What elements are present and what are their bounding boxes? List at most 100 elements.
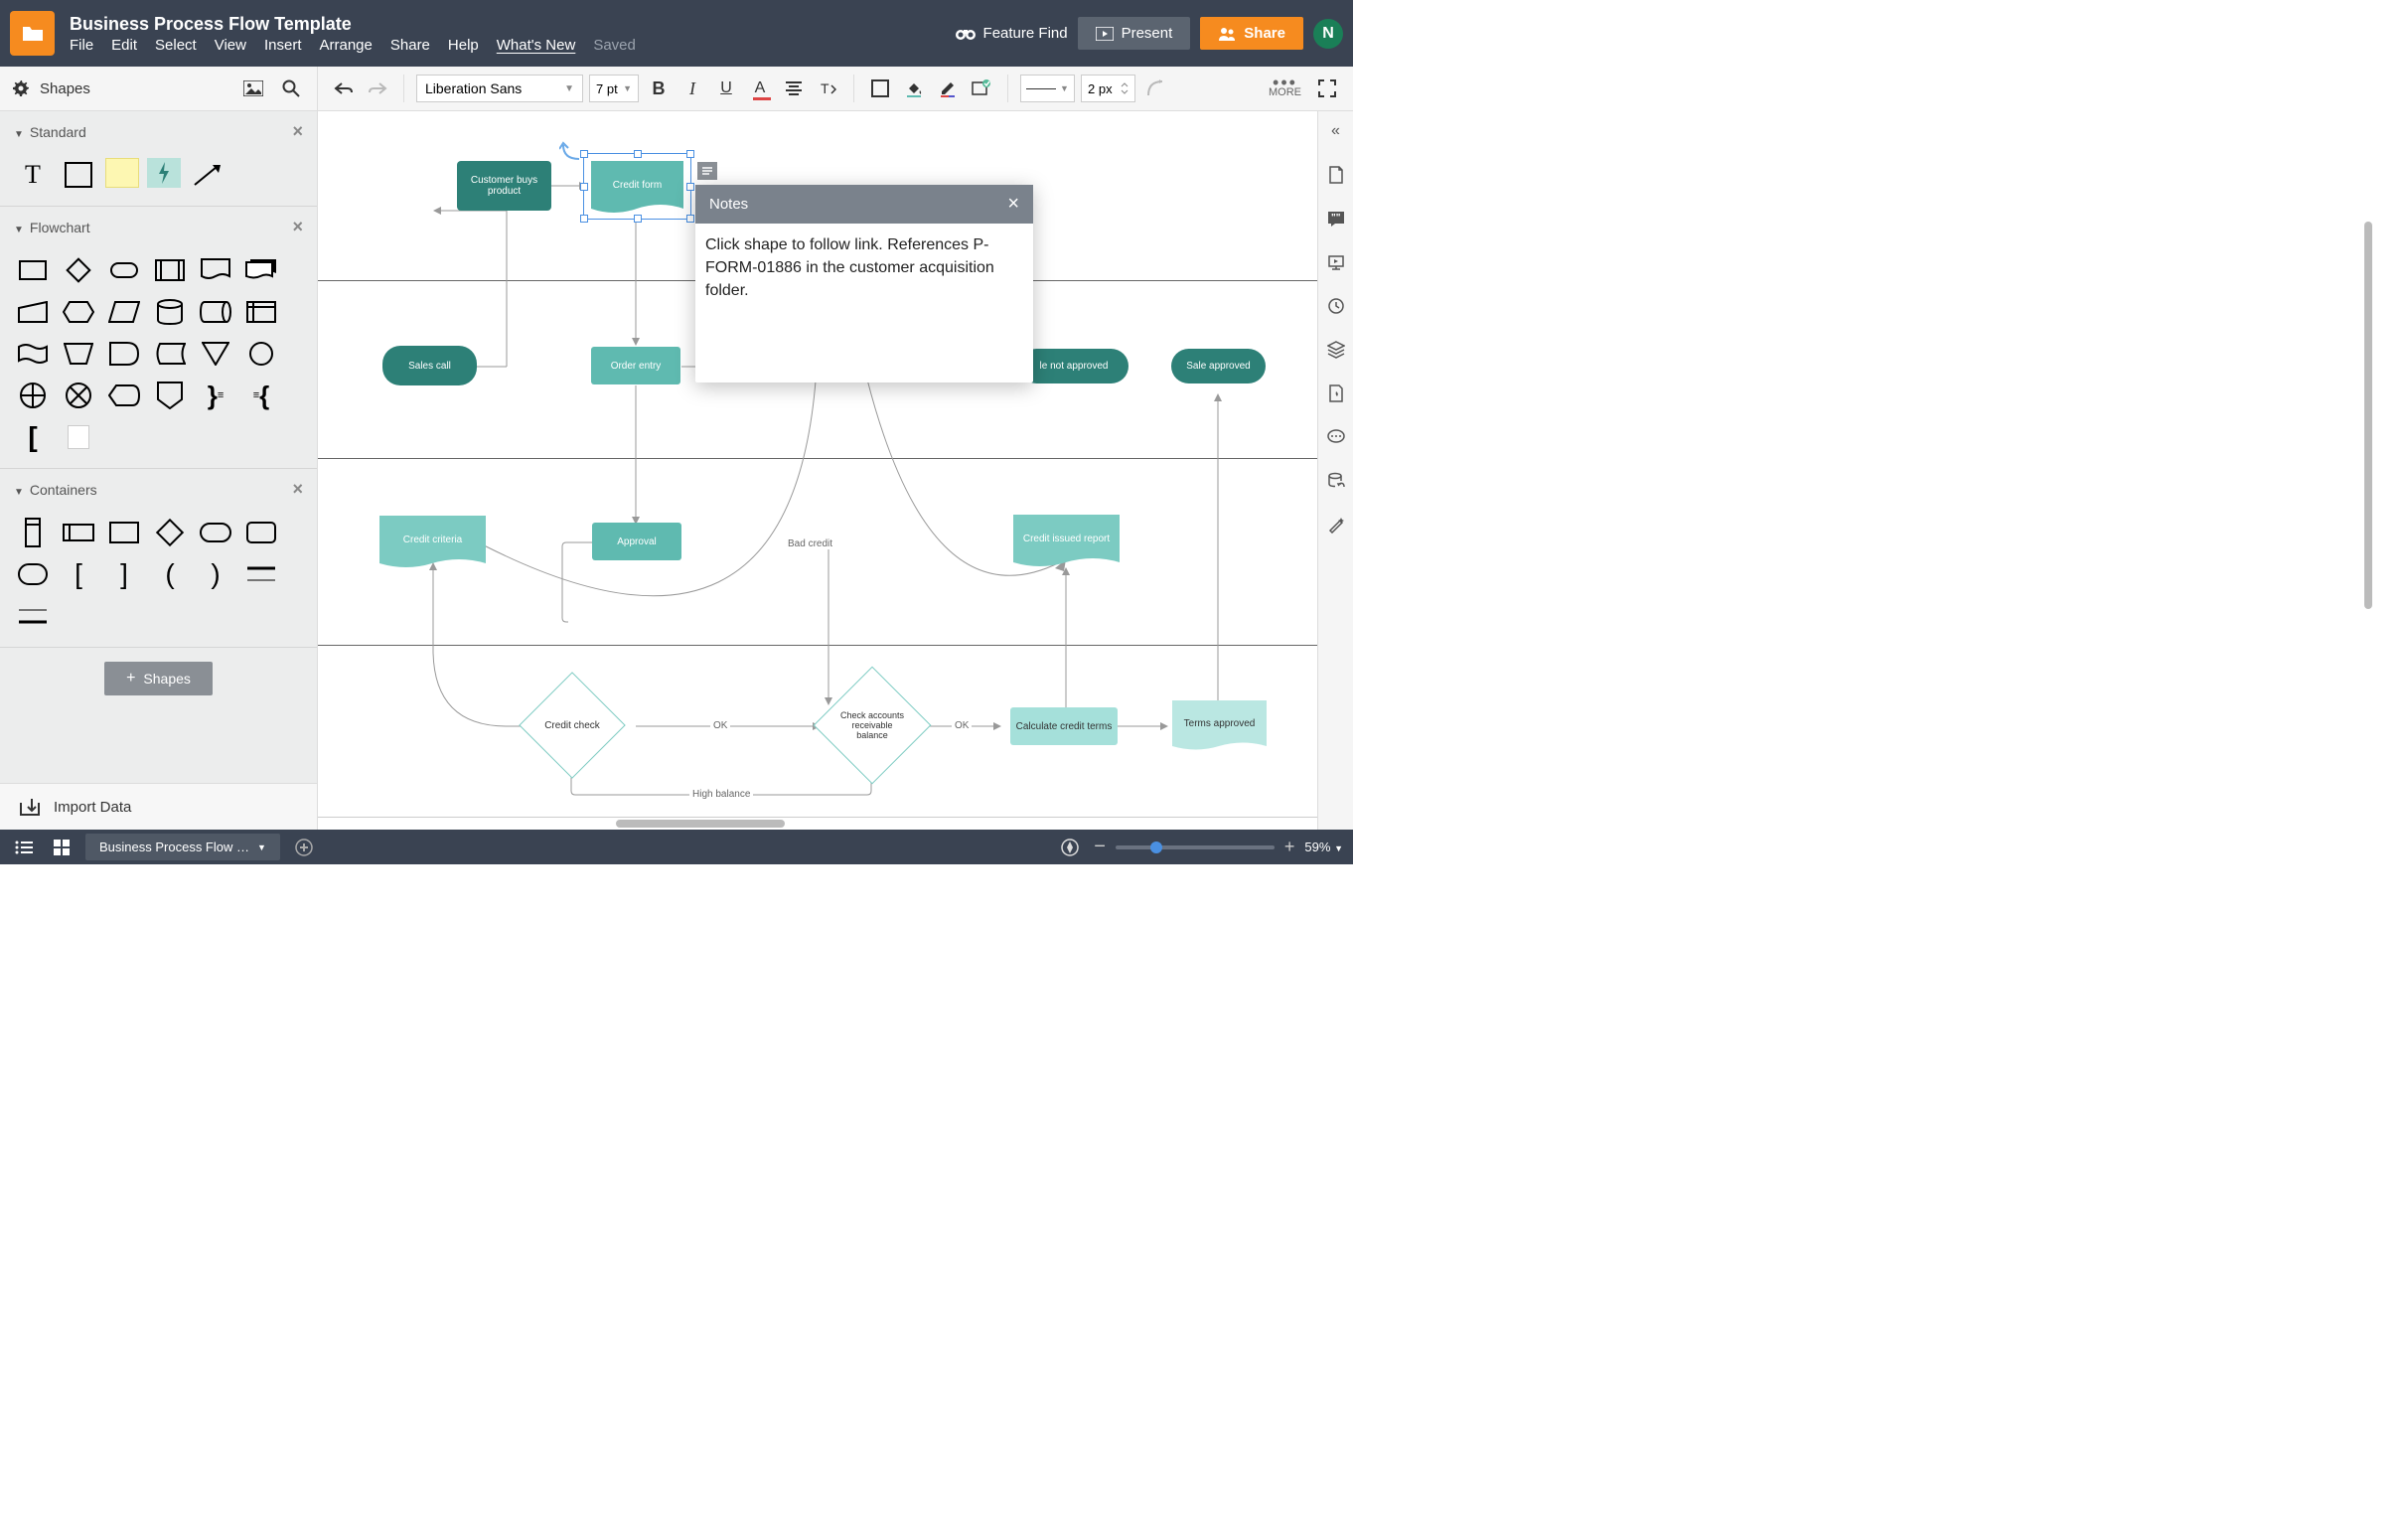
menu-select[interactable]: Select — [155, 37, 197, 54]
shape-bracket[interactable]: [ — [14, 420, 52, 454]
redo-button[interactable] — [364, 75, 391, 102]
shape-direct-data[interactable] — [197, 295, 234, 329]
feature-find-button[interactable]: Feature Find — [956, 25, 1068, 42]
shape-internal-storage[interactable] — [242, 295, 280, 329]
zoom-level[interactable]: 59% ▼ — [1304, 840, 1343, 854]
canvas[interactable]: Sales call Customer buys product Credit … — [318, 111, 1317, 830]
canvas-h-scrollbar[interactable] — [616, 820, 785, 828]
node-customer-buys[interactable]: Customer buys product — [457, 161, 551, 211]
shape-merge[interactable] — [197, 337, 234, 371]
shape-bracket-l[interactable]: [ — [60, 557, 97, 591]
font-select[interactable]: Liberation Sans▼ — [416, 75, 583, 102]
fullscreen-button[interactable] — [1313, 75, 1341, 102]
shape-process[interactable] — [14, 253, 52, 287]
shape-circle-container[interactable] — [14, 557, 52, 591]
line-style-select[interactable]: ▼ — [1020, 75, 1075, 102]
menu-whats-new[interactable]: What's New — [497, 37, 576, 54]
zoom-slider[interactable] — [1116, 845, 1275, 849]
user-avatar[interactable]: N — [1313, 19, 1343, 49]
shape-multidoc[interactable] — [242, 253, 280, 287]
menu-arrange[interactable]: Arrange — [320, 37, 373, 54]
more-button[interactable]: ••• MORE — [1269, 78, 1301, 98]
fill-none-button[interactable] — [866, 75, 894, 102]
zoom-out-button[interactable]: − — [1094, 836, 1106, 858]
menu-file[interactable]: File — [70, 37, 93, 54]
shapes-panel-header[interactable]: Shapes — [12, 79, 229, 97]
grid-view-button[interactable] — [48, 834, 75, 861]
menu-help[interactable]: Help — [448, 37, 479, 54]
node-credit-check[interactable]: Credit check — [534, 688, 610, 763]
shape-round-rect-container[interactable] — [242, 516, 280, 549]
node-order-entry[interactable]: Order entry — [591, 347, 680, 384]
line-width-select[interactable]: 2 px — [1081, 75, 1135, 102]
border-color-button[interactable] — [934, 75, 962, 102]
zoom-slider-thumb[interactable] — [1150, 842, 1162, 853]
collapse-dock-button[interactable]: « — [1326, 121, 1346, 141]
align-button[interactable] — [780, 75, 808, 102]
shape-display[interactable] — [105, 379, 143, 412]
node-terms-approved[interactable]: Terms approved — [1172, 700, 1267, 750]
shape-brace-right[interactable]: }≡ — [197, 379, 234, 412]
shape-manual-op[interactable] — [60, 337, 97, 371]
node-credit-criteria[interactable]: Credit criteria — [379, 516, 486, 567]
shape-predefined[interactable] — [151, 253, 189, 287]
close-icon[interactable]: × — [292, 479, 303, 500]
shape-manual-input[interactable] — [14, 295, 52, 329]
comment-icon[interactable]: "" — [1326, 209, 1346, 229]
slides-icon[interactable] — [1326, 252, 1346, 272]
image-button[interactable] — [239, 75, 267, 102]
notes-popup-body[interactable]: Click shape to follow link. References P… — [695, 224, 1033, 382]
underline-button[interactable]: U — [712, 75, 740, 102]
font-size-select[interactable]: 7 pt▼ — [589, 75, 639, 102]
search-button[interactable] — [277, 75, 305, 102]
outline-view-button[interactable] — [10, 834, 38, 861]
shape-block[interactable] — [60, 158, 97, 192]
shape-data[interactable] — [105, 295, 143, 329]
shape-live-block[interactable] — [147, 158, 181, 188]
menu-share[interactable]: Share — [390, 37, 430, 54]
notes-popup-header[interactable]: Notes × — [695, 185, 1033, 224]
text-color-button[interactable]: A — [746, 75, 774, 102]
node-calculate-terms[interactable]: Calculate credit terms — [1010, 707, 1118, 745]
text-options-button[interactable]: T — [814, 75, 841, 102]
shape-summing[interactable] — [60, 379, 97, 412]
shape-stored-data[interactable] — [151, 337, 189, 371]
shape-or[interactable] — [14, 379, 52, 412]
canvas-v-scrollbar[interactable] — [2364, 222, 2372, 609]
shape-diamond-container[interactable] — [151, 516, 189, 549]
close-icon[interactable]: × — [1007, 193, 1019, 216]
italic-button[interactable]: I — [678, 75, 706, 102]
shape-bracket-r[interactable]: ] — [105, 557, 143, 591]
shape-sticky-note[interactable] — [105, 158, 139, 188]
section-standard-header[interactable]: ▼Standard × — [0, 111, 317, 152]
shape-swimlane-v[interactable] — [14, 516, 52, 549]
shape-options-button[interactable] — [968, 75, 995, 102]
chat-icon[interactable] — [1326, 427, 1346, 447]
page-tab[interactable]: Business Process Flow … ▼ — [85, 834, 280, 860]
node-approval[interactable]: Approval — [592, 523, 681, 560]
line-path-button[interactable] — [1141, 75, 1169, 102]
shape-note[interactable] — [60, 420, 97, 454]
bold-button[interactable]: B — [645, 75, 673, 102]
rotate-handle-icon[interactable] — [559, 139, 585, 165]
node-check-accounts[interactable]: Check accounts receivable balance — [830, 684, 914, 767]
shape-rect-container[interactable] — [105, 516, 143, 549]
history-icon[interactable] — [1326, 296, 1346, 316]
magic-icon[interactable] — [1326, 515, 1346, 535]
menu-edit[interactable]: Edit — [111, 37, 137, 54]
section-containers-header[interactable]: ▼Containers × — [0, 469, 317, 510]
zoom-in-button[interactable]: + — [1284, 837, 1295, 857]
shape-database[interactable] — [151, 295, 189, 329]
add-shapes-button[interactable]: + Shapes — [104, 662, 213, 695]
shape-rule-top[interactable] — [242, 557, 280, 591]
add-page-button[interactable] — [290, 834, 318, 861]
shape-arrow[interactable] — [189, 158, 226, 192]
notes-indicator-icon[interactable] — [697, 162, 717, 180]
shape-brace-r[interactable]: ) — [197, 557, 234, 591]
shape-off-page[interactable] — [151, 379, 189, 412]
shape-connector[interactable] — [242, 337, 280, 371]
shape-preparation[interactable] — [60, 295, 97, 329]
fill-color-button[interactable] — [900, 75, 928, 102]
shape-text[interactable]: T — [14, 158, 52, 192]
page-icon[interactable] — [1326, 165, 1346, 185]
